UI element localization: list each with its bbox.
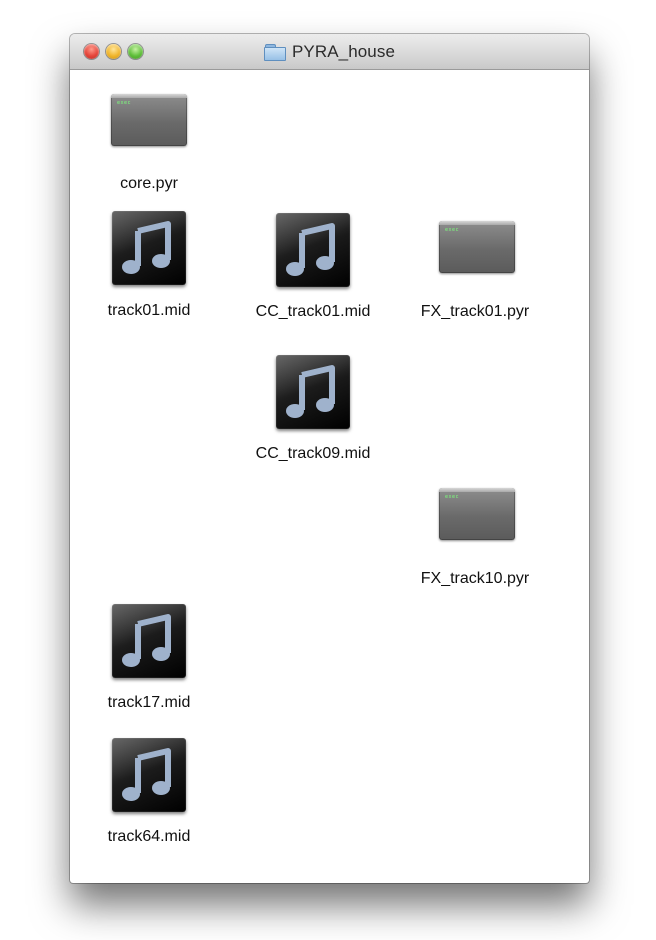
file-item-fx-track10-pyr[interactable]: exec FX_track10.pyr xyxy=(400,476,550,592)
midi-icon xyxy=(112,604,186,678)
file-item-track64-mid[interactable]: track64.mid xyxy=(74,736,224,852)
midi-icon xyxy=(112,211,186,285)
file-label: track01.mid xyxy=(107,302,191,319)
exec-icon: exec xyxy=(439,488,515,540)
file-item-track01-mid[interactable]: track01.mid xyxy=(74,210,224,326)
title-bar[interactable]: PYRA_house xyxy=(70,34,589,70)
midi-icon xyxy=(112,738,186,812)
file-item-fx-track01-pyr[interactable]: exec FX_track01.pyr xyxy=(400,210,550,326)
file-label: track64.mid xyxy=(107,828,191,845)
file-label: track17.mid xyxy=(107,694,191,711)
exec-icon: exec xyxy=(111,94,187,146)
window-title-group: PYRA_house xyxy=(70,34,589,69)
file-label: CC_track09.mid xyxy=(255,445,371,462)
file-label: core.pyr xyxy=(120,175,178,192)
midi-icon xyxy=(276,355,350,429)
file-label: FX_track01.pyr xyxy=(420,303,530,320)
exec-icon: exec xyxy=(439,221,515,273)
midi-icon xyxy=(276,213,350,287)
folder-icon xyxy=(263,44,286,61)
file-item-track17-mid[interactable]: track17.mid xyxy=(74,602,224,718)
file-item-cc-track01-mid[interactable]: CC_track01.mid xyxy=(238,210,388,326)
finder-window: PYRA_house exec core.pyr track01.mid CC_… xyxy=(70,34,589,883)
file-item-cc-track09-mid[interactable]: CC_track09.mid xyxy=(238,352,388,468)
file-label: FX_track10.pyr xyxy=(420,570,530,587)
file-item-core-pyr[interactable]: exec core.pyr xyxy=(74,89,224,199)
file-label: CC_track01.mid xyxy=(255,303,371,320)
window-title: PYRA_house xyxy=(291,41,396,61)
